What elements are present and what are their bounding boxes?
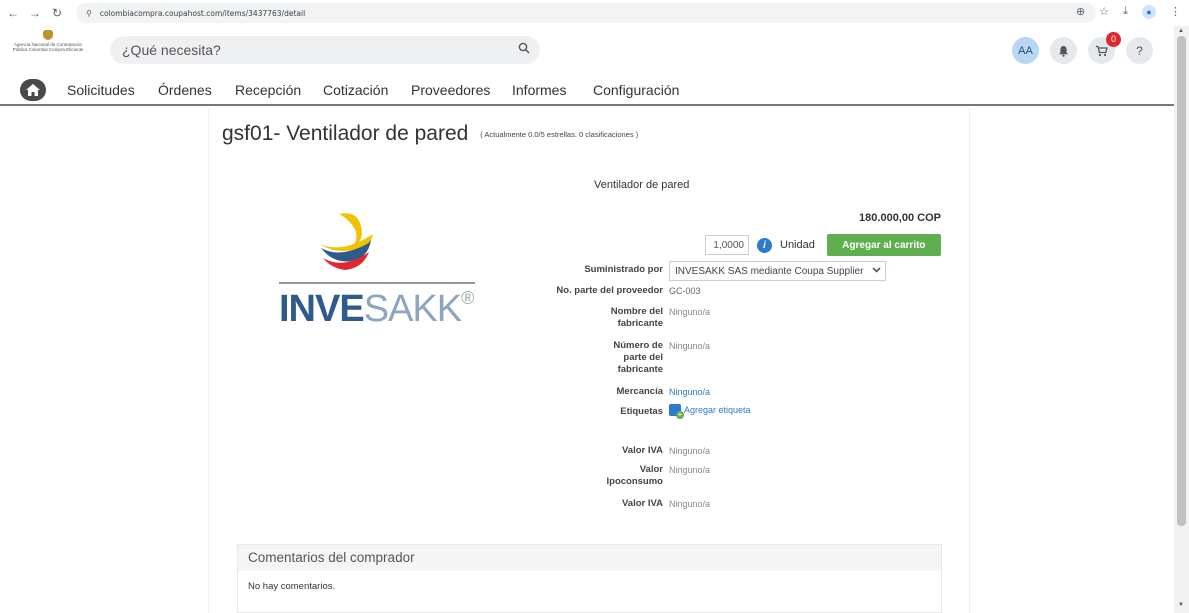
brand-logo: INVESAKK® [279, 208, 479, 330]
home-icon[interactable] [20, 79, 46, 101]
search-icon[interactable] [518, 42, 530, 57]
unit-label: Unidad [780, 239, 815, 251]
buyer-comments-panel: Comentarios del comprador No hay comenta… [237, 544, 942, 613]
iva-label: Valor IVA [621, 445, 663, 456]
back-icon[interactable]: ← [4, 4, 22, 22]
tags-label: Etiquetas [620, 406, 663, 417]
zoom-icon[interactable]: ⊕ [1076, 5, 1085, 19]
manufacturer-part-value: Ninguno/a [669, 341, 711, 351]
help-button[interactable]: ? [1126, 37, 1153, 64]
notifications-bell-icon[interactable] [1050, 37, 1077, 64]
chevron-down-icon [872, 266, 881, 275]
search-input[interactable] [122, 42, 502, 58]
nav-informes[interactable]: Informes [512, 82, 566, 98]
profile-icon[interactable]: ● [1142, 5, 1156, 19]
item-detail: gsf01- Ventilador de pared ( Actualmente… [208, 108, 970, 613]
scroll-up-icon[interactable]: ▲ [1178, 28, 1184, 34]
nav-configuracion[interactable]: Configuración [593, 82, 679, 98]
bookmark-star-icon[interactable]: ☆ [1099, 5, 1109, 19]
scroll-down-icon[interactable]: ▼ [1178, 602, 1184, 608]
nav-proveedores[interactable]: Proveedores [411, 82, 490, 98]
page-scrollbar[interactable]: ▲ ▼ [1174, 26, 1189, 613]
quantity-row: i Unidad Agregar al carrito [705, 234, 941, 256]
ipoconsumo-value: Ninguno/a [669, 465, 711, 475]
commodity-label: Mercancía [616, 386, 663, 397]
item-price: 180.000,00 COP [859, 212, 941, 224]
page-title: gsf01- Ventilador de pared ( Actualmente… [222, 122, 638, 146]
scroll-thumb[interactable] [1177, 36, 1186, 526]
brand-logo-wordmark: INVESAKK® [279, 288, 474, 330]
coat-of-arms-icon [43, 30, 53, 40]
supplier-select[interactable]: INVESAKK SAS mediante Coupa Supplier [669, 261, 886, 281]
brand-logo-mark [319, 213, 373, 270]
download-icon[interactable]: ⤓ [1123, 5, 1128, 19]
add-tag-icon [669, 404, 684, 419]
app-header: Agencia Nacional de Contratación Pública… [0, 26, 1174, 76]
rating-note: ( Actualmente 0.0/5 estrellas. 0 clasifi… [480, 129, 639, 139]
supplier-part-value: GC-003 [669, 286, 701, 296]
commodity-value[interactable]: Ninguno/a [669, 386, 710, 398]
manufacturer-label: Nombre del fabricante [610, 306, 663, 329]
item-title: gsf01- Ventilador de pared [222, 122, 469, 145]
user-avatar[interactable]: AA [1012, 37, 1039, 64]
agency-logo-text: Agencia Nacional de Contratación Pública… [12, 42, 84, 52]
supplied-by-label: Suministrado por [584, 264, 663, 275]
shopping-cart-icon[interactable]: 0 [1088, 32, 1121, 64]
add-to-cart-button[interactable]: Agregar al carrito [826, 234, 941, 256]
manufacturer-part-label: Número de parte del fabricante [613, 340, 663, 375]
reload-icon[interactable]: ↻ [48, 4, 66, 22]
browser-menu-icon[interactable]: ⋮ [1170, 5, 1181, 19]
nav-ordenes[interactable]: Órdenes [158, 82, 212, 98]
site-info-icon[interactable]: ⚲ [86, 9, 92, 18]
search-bar [110, 36, 540, 64]
nav-solicitudes[interactable]: Solicitudes [67, 82, 135, 98]
nav-cotizacion[interactable]: Cotización [323, 82, 388, 98]
buyer-comments-body: No hay comentarios. [248, 581, 336, 592]
cart-count-badge: 0 [1106, 32, 1121, 47]
brand-logo-rule [279, 282, 475, 284]
manufacturer-value: Ninguno/a [669, 307, 711, 317]
main-navigation: Solicitudes Órdenes Recepción Cotización… [0, 76, 1174, 106]
forward-icon[interactable]: → [26, 4, 44, 22]
iva2-label: Valor IVA [621, 498, 663, 509]
info-icon[interactable]: i [757, 237, 772, 253]
add-tag-label: Agregar etiqueta [684, 405, 751, 415]
address-bar[interactable]: ⚲ colombiacompra.coupahost.com/items/343… [76, 3, 1096, 23]
iva-value: Ninguno/a [669, 446, 711, 456]
agency-logo[interactable]: Agencia Nacional de Contratación Pública… [8, 30, 88, 66]
iva2-value: Ninguno/a [669, 499, 711, 509]
item-description: Ventilador de pared [594, 179, 690, 191]
quantity-input[interactable] [705, 235, 749, 255]
url-text: colombiacompra.coupahost.com/items/34377… [99, 8, 306, 18]
browser-toolbar: ← → ↻ ⚲ colombiacompra.coupahost.com/ite… [0, 0, 1189, 26]
ipoconsumo-label: Valor Ipoconsumo [606, 464, 663, 487]
buyer-comments-header: Comentarios del comprador [238, 545, 941, 571]
add-tag-link[interactable]: Agregar etiqueta [669, 404, 751, 419]
supplier-select-value: INVESAKK SAS mediante Coupa Supplier [675, 265, 864, 277]
supplier-part-label: No. parte del proveedor [556, 285, 663, 296]
nav-recepcion[interactable]: Recepción [235, 82, 301, 98]
